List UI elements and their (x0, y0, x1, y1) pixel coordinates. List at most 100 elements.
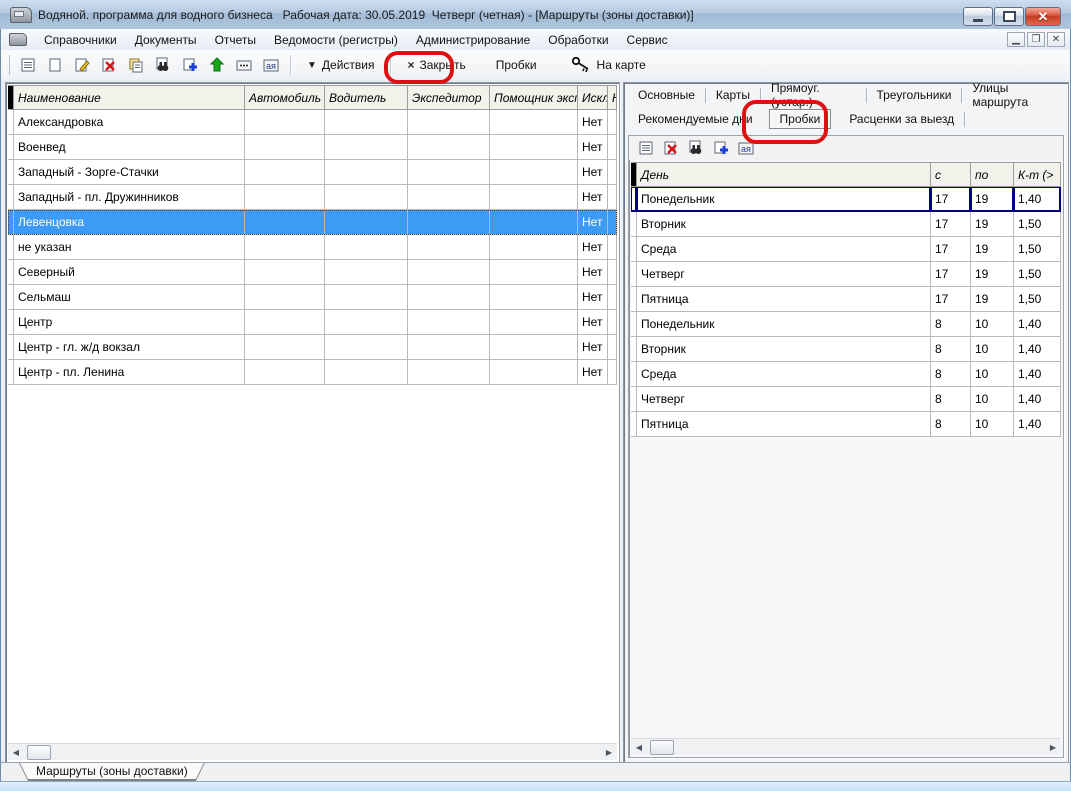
menu-servis[interactable]: Сервис (618, 31, 677, 49)
dots-icon[interactable] (231, 53, 256, 78)
tab-pryamoug[interactable]: Прямоуг. (устар.) (761, 78, 866, 112)
scroll-left-icon[interactable]: ◀ (8, 744, 24, 760)
cell-excl: Нет (578, 110, 608, 135)
mdi-restore-button[interactable]: ❐ (1027, 32, 1045, 47)
scrollbar-thumb[interactable] (650, 740, 674, 755)
table-row[interactable]: Вторник 8 10 1,40 (631, 337, 1061, 362)
scroll-left-icon[interactable]: ◀ (631, 739, 647, 755)
move-up-icon[interactable] (204, 53, 229, 78)
table-row[interactable]: Северный Нет (8, 260, 617, 285)
col-name[interactable]: Наименование (14, 85, 245, 110)
edit-icon[interactable] (69, 53, 94, 78)
table-row[interactable]: Александровка Нет (8, 110, 617, 135)
menu-spravochniki[interactable]: Справочники (35, 31, 126, 49)
col-coef[interactable]: К-т (> (1014, 162, 1061, 187)
tab-rekomenduemye-dni[interactable]: Рекомендуемые дни (628, 109, 763, 129)
mdi-window-buttons: ▁ ❐ ✕ (1005, 32, 1065, 47)
col-to[interactable]: по (971, 162, 1014, 187)
table-row[interactable]: Центр - пл. Ленина Нет (8, 360, 617, 385)
table-row[interactable]: Среда 8 10 1,40 (631, 362, 1061, 387)
tabs-row-1: Основные Карты Прямоуг. (устар.) Треугол… (624, 83, 1068, 107)
traffic-toolbar: ая (629, 136, 1063, 160)
tab-probki-active[interactable]: Пробки (769, 109, 832, 129)
tab-karty[interactable]: Карты (706, 85, 760, 105)
cell-empty (325, 310, 408, 335)
sort-icon[interactable]: ая (258, 53, 283, 78)
copy-icon[interactable] (123, 53, 148, 78)
cell-clipped (608, 110, 617, 135)
maximize-button[interactable] (994, 7, 1024, 26)
sheet-tab[interactable]: Маршруты (зоны доставки) (19, 763, 205, 781)
close-form-button[interactable]: × Закрыть (399, 55, 473, 75)
menu-obrabotki[interactable]: Обработки (539, 31, 617, 49)
add-icon[interactable] (177, 53, 202, 78)
list-icon[interactable] (634, 137, 657, 160)
new-icon[interactable] (42, 53, 67, 78)
minimize-button[interactable] (963, 7, 993, 26)
table-row-focused[interactable]: Понедельник 17 19 1,40 (631, 187, 1061, 212)
menu-administrirovanie[interactable]: Администрирование (407, 31, 539, 49)
tab-treugolniki[interactable]: Треугольники (866, 85, 961, 105)
mdi-child-icon[interactable] (9, 33, 27, 46)
col-day[interactable]: День (637, 162, 931, 187)
add-icon[interactable] (709, 137, 732, 160)
toolbar-separator (290, 55, 291, 75)
find-icon[interactable] (684, 137, 707, 160)
table-row[interactable]: Пятница 8 10 1,40 (631, 412, 1061, 437)
table-row[interactable]: Четверг 8 10 1,40 (631, 387, 1061, 412)
keys-icon (571, 56, 591, 75)
table-row[interactable]: Вторник 17 19 1,50 (631, 212, 1061, 237)
titlebar: Водяной. программа для водного бизнеса Р… (0, 0, 1071, 29)
tab-osnovnye[interactable]: Основные (628, 85, 705, 105)
tab-rascenki-za-vyezd[interactable]: Расценки за выезд (839, 109, 964, 129)
col-expeditor[interactable]: Экспедитор (408, 85, 490, 110)
table-row[interactable]: Центр Нет (8, 310, 617, 335)
svg-text:ая: ая (741, 144, 751, 154)
col-driver[interactable]: Водитель (325, 85, 408, 110)
list-icon[interactable] (15, 53, 40, 78)
probki-button[interactable]: Пробки (488, 55, 545, 75)
cell-empty (245, 335, 325, 360)
table-row[interactable]: Понедельник 8 10 1,40 (631, 312, 1061, 337)
table-row[interactable]: Западный - пл. Дружинников Нет (8, 185, 617, 210)
cell-day: Четверг (637, 262, 931, 287)
cell-coef: 1,40 (1014, 412, 1061, 437)
routes-panel: Наименование Автомобиль Водитель Экспеди… (5, 82, 620, 763)
cell-name: Александровка (14, 110, 245, 135)
scroll-right-icon[interactable]: ▶ (1045, 739, 1061, 755)
table-row[interactable]: не указан Нет (8, 235, 617, 260)
map-button[interactable]: На карте (563, 53, 654, 78)
tab-ulicy-marshruta[interactable]: Улицы маршрута (962, 78, 1068, 112)
sort-icon[interactable]: ая (734, 137, 757, 160)
left-horizontal-scrollbar[interactable]: ◀ ▶ (8, 743, 617, 760)
cell-day: Среда (637, 237, 931, 262)
table-row[interactable]: Четверг 17 19 1,50 (631, 262, 1061, 287)
details-panel: Основные Карты Прямоуг. (устар.) Треугол… (623, 82, 1069, 763)
mdi-minimize-button[interactable]: ▁ (1007, 32, 1025, 47)
menu-vedomosti[interactable]: Ведомости (регистры) (265, 31, 407, 49)
table-row[interactable]: Среда 17 19 1,50 (631, 237, 1061, 262)
col-assistant[interactable]: Помощник эксп (490, 85, 578, 110)
table-row[interactable]: Военвед Нет (8, 135, 617, 160)
scrollbar-thumb[interactable] (27, 745, 51, 760)
table-row[interactable]: Пятница 17 19 1,50 (631, 287, 1061, 312)
scroll-right-icon[interactable]: ▶ (601, 744, 617, 760)
delete-icon[interactable] (96, 53, 121, 78)
table-row-selected[interactable]: Левенцовка Нет (8, 210, 617, 235)
table-row[interactable]: Сельмаш Нет (8, 285, 617, 310)
cell-empty (490, 110, 578, 135)
menu-otchety[interactable]: Отчеты (206, 31, 265, 49)
col-excl[interactable]: Исклю (578, 85, 608, 110)
close-button[interactable]: ✕ (1025, 7, 1061, 26)
mdi-close-button[interactable]: ✕ (1047, 32, 1065, 47)
menu-dokumenty[interactable]: Документы (126, 31, 206, 49)
col-clipped[interactable]: Н (608, 85, 617, 110)
find-icon[interactable] (150, 53, 175, 78)
table-row[interactable]: Центр - гл. ж/д вокзал Нет (8, 335, 617, 360)
delete-icon[interactable] (659, 137, 682, 160)
actions-button[interactable]: ▼ Действия (299, 55, 382, 75)
right-horizontal-scrollbar[interactable]: ◀ ▶ (631, 738, 1061, 755)
col-auto[interactable]: Автомобиль (245, 85, 325, 110)
table-row[interactable]: Западный - Зорге-Стачки Нет (8, 160, 617, 185)
col-from[interactable]: с (931, 162, 971, 187)
